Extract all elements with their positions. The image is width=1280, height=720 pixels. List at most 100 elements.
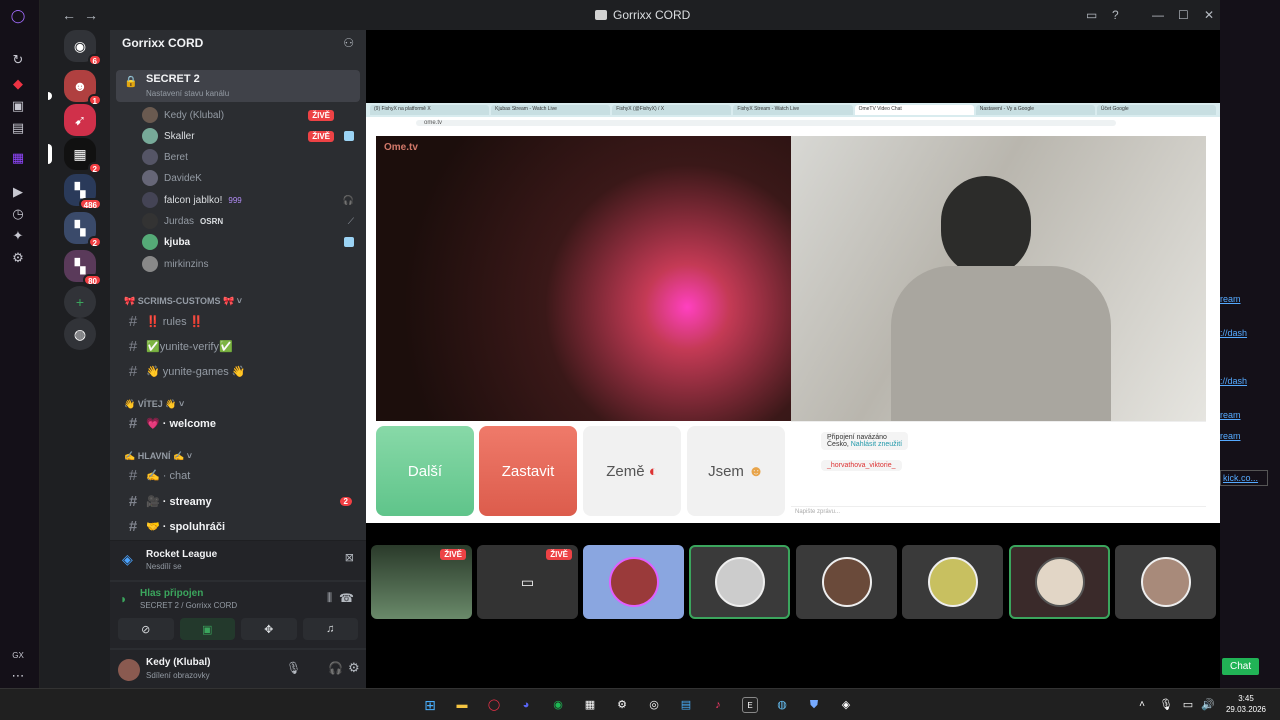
participant-thumb[interactable] (1009, 545, 1110, 619)
minimize-icon[interactable]: — (1152, 8, 1164, 22)
participant-thumb[interactable] (689, 545, 790, 619)
soundboard-button[interactable]: ♫ (302, 618, 358, 640)
add-member-icon[interactable]: ⚇ (343, 36, 354, 52)
gx-corner-icon[interactable]: ◆ (10, 76, 26, 92)
app2-icon[interactable]: ◈ (838, 697, 854, 713)
windows-start-icon[interactable]: ⊞ (422, 697, 438, 713)
voice-user[interactable]: Skaller ŽIVĚ (116, 126, 360, 146)
category-scrims[interactable]: 🎀 SCRIMS-CUSTOMS 🎀 ˅ (124, 296, 242, 307)
discord-icon[interactable]: ◕ (518, 697, 534, 713)
participant-thumb[interactable] (902, 545, 1003, 619)
discover-icon[interactable]: ◍ (64, 318, 96, 350)
browser-tab[interactable]: FishyX Stream - Watch Live (733, 105, 853, 115)
volume-icon[interactable]: 🔊 (1200, 697, 1216, 713)
server-header[interactable]: Gorrixx CORD ⚇ (110, 30, 366, 58)
signal-icon[interactable]: ◗ (120, 592, 127, 606)
headphones-icon[interactable]: 🎧 (328, 661, 343, 675)
country-button[interactable]: Země ◐ (583, 426, 681, 516)
category-hlavni[interactable]: ✍️ HLAVNÍ ✍️ ˅ (124, 451, 192, 462)
workspace-icon[interactable]: ▣ (10, 98, 26, 114)
address-bar[interactable]: ome.tv (366, 117, 1220, 129)
voice-user[interactable]: Jurdas OSRN ⟋ (116, 211, 360, 231)
voice-user[interactable]: falcon jablko! 999 🎧 (116, 190, 360, 210)
spotify-icon[interactable]: ◉ (550, 697, 566, 713)
photos-icon[interactable]: ▤ (678, 697, 694, 713)
clock[interactable]: 3:45 29.03.2026 (1222, 693, 1270, 715)
chat-input[interactable]: Napište zprávu... (791, 506, 1206, 517)
opera-gx-icon[interactable]: ◯ (10, 8, 26, 24)
stop-button[interactable]: Zastavit (479, 426, 577, 516)
settings-app-icon[interactable]: ⚙ (614, 697, 630, 713)
category-vitej[interactable]: 👋 VÍTEJ 👋 ˅ (124, 399, 184, 410)
bg-link[interactable]: ream (1220, 431, 1241, 441)
microphone-icon[interactable]: 🎙 (286, 661, 301, 675)
vpn-icon[interactable]: ⛊ (806, 697, 822, 713)
network-icon[interactable]: ▭ (1180, 697, 1196, 713)
opera-icon[interactable]: ◯ (486, 697, 502, 713)
channel-yunite-games[interactable]: # 👋 yunite-games 👋 (120, 360, 360, 382)
browser-tab[interactable]: Účet Google (1096, 105, 1216, 115)
bg-link[interactable]: ://dash (1220, 328, 1247, 338)
voice-channel-secret2[interactable]: 🔒 SECRET 2 Nastavení stavu kanálu (116, 70, 360, 102)
extensions-icon[interactable]: ✦ (10, 228, 26, 244)
participant-thumb[interactable] (796, 545, 897, 619)
channel-spoluhraci[interactable]: # 🤝 · spoluhráči (120, 515, 360, 537)
server-icon-gorrixx[interactable]: ▦ 2 (64, 138, 102, 174)
voice-user[interactable]: Beret (116, 147, 360, 167)
server-icon-1[interactable]: ☻ 1 (64, 70, 102, 106)
stream-thumb-rocket[interactable]: ŽIVĚ (371, 545, 472, 619)
browser-tab[interactable]: FishyX (@FishyX) / X (612, 105, 732, 115)
next-button[interactable]: Další (376, 426, 474, 516)
share-game-icon[interactable]: ⊠ (345, 551, 354, 564)
nav-arrows[interactable]: ←→ (62, 7, 106, 23)
channel-rules[interactable]: # ‼️ rules ‼️ (120, 310, 360, 332)
tiktok-icon[interactable]: ♪ (710, 697, 726, 713)
mic-tray-icon[interactable]: 🎙 (1158, 697, 1174, 713)
voice-channel-status[interactable]: Nastavení stavu kanálu (146, 89, 229, 98)
player-icon[interactable]: ▶ (10, 184, 26, 200)
browser-tab[interactable]: Kjubas Stream - Watch Live (491, 105, 611, 115)
chat-button[interactable]: Chat (1222, 658, 1260, 675)
close-icon[interactable]: ✕ (1204, 8, 1214, 22)
more-icon[interactable]: ⋯ (10, 668, 26, 684)
file-explorer-icon[interactable]: ▬ (454, 697, 470, 713)
report-link[interactable]: Nahlásit zneužití (851, 441, 902, 448)
app-icon[interactable]: ▦ (582, 697, 598, 713)
participant-thumb[interactable] (583, 545, 684, 619)
messenger-icon[interactable]: ▤ (10, 120, 26, 136)
epic-games-icon[interactable]: E (742, 697, 758, 713)
home-button[interactable]: ◉ 6 (64, 30, 102, 66)
camera-button[interactable]: ⊘ (118, 618, 174, 640)
browser-tab[interactable]: (9) FishyX na platformě X (370, 105, 490, 115)
obs-icon[interactable]: ◎ (646, 697, 662, 713)
voice-user[interactable]: mirkinzins (116, 254, 360, 274)
bg-link[interactable]: kick.co... (1220, 470, 1268, 486)
server-folder-1[interactable]: ▚ 486 (64, 174, 102, 210)
steam-icon[interactable]: ◍ (774, 697, 790, 713)
gender-button[interactable]: Jsem ☻ (687, 426, 785, 516)
settings-icon[interactable]: ⚙ (10, 250, 26, 266)
server-icon-2[interactable]: ➹ (64, 104, 96, 136)
stream-thumb-desktop[interactable]: ŽIVĚ ▭ (477, 545, 578, 619)
browser-tab[interactable]: Nastavení - Vy a Google (975, 105, 1095, 115)
twitch-icon[interactable]: ▦ (10, 150, 26, 166)
history-icon[interactable]: ◷ (10, 206, 26, 222)
maximize-icon[interactable]: ☐ (1178, 8, 1189, 22)
voice-user[interactable]: kjuba (116, 232, 360, 252)
user-avatar[interactable] (118, 659, 140, 681)
add-server-icon[interactable]: + (64, 286, 96, 318)
speed-dial-icon[interactable]: ↻ (10, 52, 26, 68)
bg-link[interactable]: ://dash (1220, 376, 1247, 386)
bg-link[interactable]: ream (1220, 410, 1241, 420)
channel-welcome[interactable]: # 💗 · welcome (120, 412, 360, 434)
participant-thumb[interactable] (1115, 545, 1216, 619)
server-folder-2[interactable]: ▚ 2 (64, 212, 102, 248)
tray-chevron-icon[interactable]: ˄ (1134, 697, 1150, 713)
noise-suppression-icon[interactable]: ⫼ (327, 592, 332, 605)
screen-share-button[interactable]: ▣ (179, 618, 235, 640)
settings-gear-icon[interactable]: ⚙ (348, 660, 360, 676)
voice-user[interactable]: DavideK (116, 168, 360, 188)
inbox-icon[interactable]: ▭ (1086, 8, 1097, 22)
bg-link[interactable]: ream (1220, 294, 1241, 304)
channel-streamy[interactable]: # 🎥 · streamy 2 (120, 490, 360, 512)
